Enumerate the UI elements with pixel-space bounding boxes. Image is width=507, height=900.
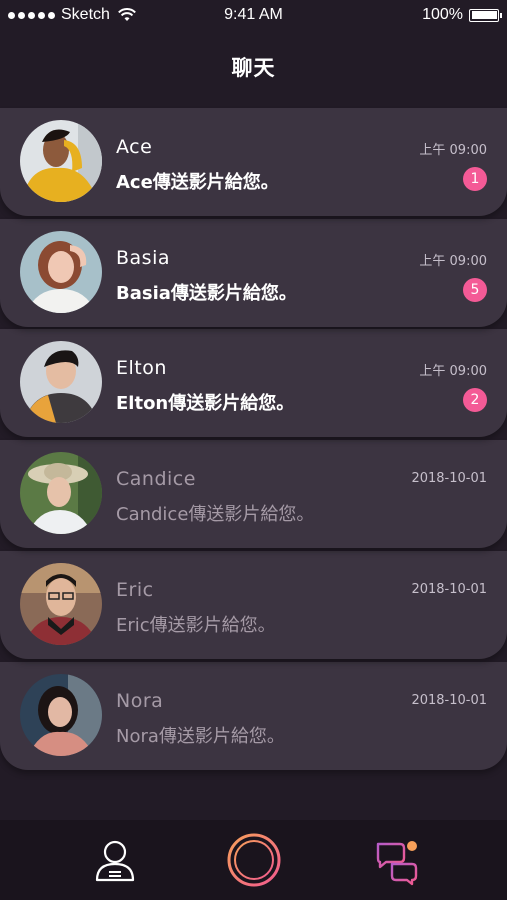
unread-badge: 5 xyxy=(463,278,487,302)
notification-dot xyxy=(407,841,417,851)
message-preview: Eric傳送影片給您。 xyxy=(116,615,276,636)
message-time: 上午 09:00 xyxy=(419,143,487,158)
contact-name: Ace xyxy=(116,136,153,158)
status-right: 100% xyxy=(422,6,502,24)
contact-name: Eric xyxy=(116,579,154,601)
message-time: 上午 09:00 xyxy=(419,254,487,269)
avatar xyxy=(20,341,102,423)
contact-name: Candice xyxy=(116,468,196,490)
status-bar: Sketch 9:41 AM 100% xyxy=(0,0,507,30)
message-preview: Candice傳送影片給您。 xyxy=(116,504,315,525)
chat-icon xyxy=(376,841,418,886)
chat-item-eric[interactable]: Eric Eric傳送影片給您。 2018-10-01 xyxy=(0,551,507,659)
tab-chat[interactable] xyxy=(370,834,426,890)
message-time: 上午 09:00 xyxy=(419,364,487,379)
page-title: 聊天 xyxy=(231,56,276,80)
message-time: 2018-10-01 xyxy=(411,693,487,708)
avatar xyxy=(20,120,102,202)
tab-profile[interactable] xyxy=(87,834,143,890)
message-preview: Nora傳送影片給您。 xyxy=(116,726,285,747)
message-time: 2018-10-01 xyxy=(411,582,487,597)
message-preview: Basia傳送影片給您。 xyxy=(116,283,297,304)
contact-name: Basia xyxy=(116,247,170,269)
tab-home[interactable] xyxy=(226,832,282,888)
unread-badge: 2 xyxy=(463,388,487,412)
battery-icon xyxy=(469,8,502,22)
tab-bar xyxy=(0,820,507,900)
chat-item-nora[interactable]: Nora Nora傳送影片給您。 2018-10-01 xyxy=(0,662,507,770)
chat-item-ace[interactable]: Ace Ace傳送影片給您。 上午 09:00 1 xyxy=(0,108,507,216)
chat-list: Nora Nora傳送影片給您。 2018-10-01 Eric Eric傳送影… xyxy=(0,108,507,770)
message-time: 2018-10-01 xyxy=(411,471,487,486)
avatar xyxy=(20,452,102,534)
unread-badge: 1 xyxy=(463,167,487,191)
contact-name: Elton xyxy=(116,357,167,379)
message-preview: Ace傳送影片給您。 xyxy=(116,172,279,193)
battery-percent: 100% xyxy=(422,6,463,23)
contact-name: Nora xyxy=(116,690,164,712)
message-preview: Elton傳送影片給您。 xyxy=(116,393,295,414)
home-ring-icon xyxy=(227,833,281,887)
chat-item-elton[interactable]: Elton Elton傳送影片給您。 上午 09:00 2 xyxy=(0,329,507,437)
chat-item-candice[interactable]: Candice Candice傳送影片給您。 2018-10-01 xyxy=(0,440,507,548)
chat-item-basia[interactable]: Basia Basia傳送影片給您。 上午 09:00 5 xyxy=(0,219,507,327)
avatar xyxy=(20,563,102,645)
avatar xyxy=(20,674,102,756)
profile-icon xyxy=(95,840,135,882)
avatar xyxy=(20,231,102,313)
